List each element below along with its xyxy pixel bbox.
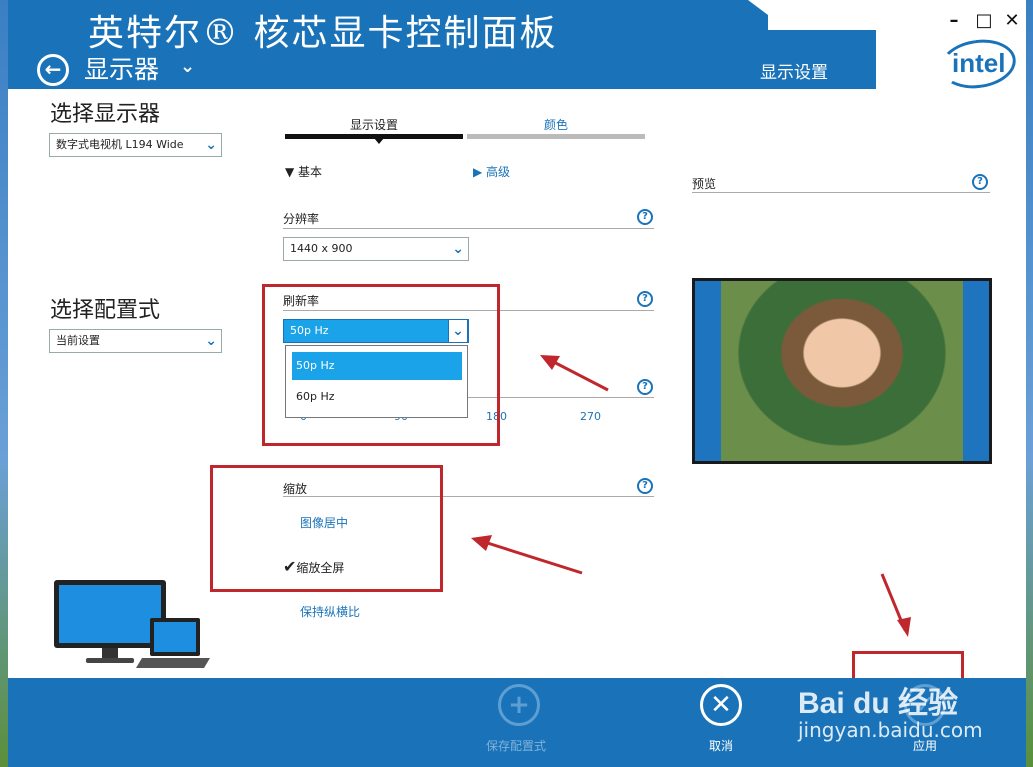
annotation-arrow-2 [477,538,583,575]
watermark-logo: Bai du 经验 [798,687,959,720]
save-profile-button[interactable]: + [498,684,540,726]
annotation-arrowhead-2 [471,535,492,551]
annotation-arrows [471,355,911,637]
x-icon: ✕ [710,690,732,720]
annotation-arrowhead-3 [897,617,911,637]
cancel-button[interactable]: ✕ [700,684,742,726]
cancel-label: 取消 [709,739,734,753]
desktop-right-edge [1026,0,1033,767]
desktop-left-edge [0,0,8,767]
watermark-url: jingyan.baidu.com [798,718,983,742]
control-panel-window: 英特尔® 核芯显卡控制面板 ← 显示器 ⌄ 显示设置 – □ ✕ intel 选… [8,0,1026,767]
baidu-watermark: Bai du 经验 jingyan.baidu.com [798,678,998,748]
save-profile-label: 保存配置式 [486,739,547,753]
plus-icon: + [508,690,530,720]
